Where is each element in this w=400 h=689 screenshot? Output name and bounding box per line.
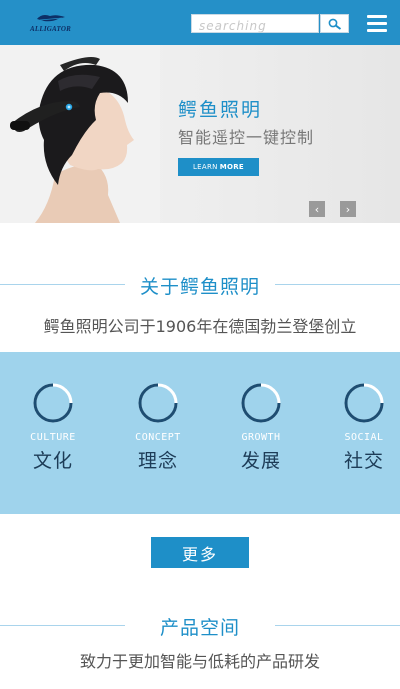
feature-growth[interactable]: GROWTH 发展 [211,382,311,473]
about-description: 鳄鱼照明公司于1906年在德国勃兰登堡创立 [43,317,357,336]
feature-culture[interactable]: CULTURE 文化 [3,382,103,473]
banner-model-image [0,45,160,223]
chevron-right-icon: › [345,202,351,216]
feature-en-label: CONCEPT [135,432,181,443]
search-input[interactable] [192,17,318,35]
alligator-logo-icon [37,15,65,22]
progress-ring-icon [241,383,281,423]
search-icon [328,18,341,30]
products-heading: 产品空间 [0,611,400,641]
hamburger-icon-bar [367,22,387,25]
search-field[interactable] [191,14,319,35]
logo-text: ALLIGATOR [30,25,71,33]
carousel-prev-button[interactable]: ‹ [309,201,325,217]
top-header: ALLIGATOR [0,0,400,45]
features-band: CULTURE 文化 CONCEPT 理念 GROWTH 发展 SOCIAL 社… [0,352,400,514]
feature-cn-label: 社交 [343,450,384,472]
hero-banner: 鳄鱼照明 智能遥控一键控制 LEARN MORE ‹ › [0,45,400,223]
learn-more-prefix: LEARN [192,163,218,171]
chevron-left-icon: ‹ [314,202,320,216]
feature-cn-label: 理念 [137,450,178,472]
feature-concept[interactable]: CONCEPT 理念 [108,382,208,473]
learn-more-button[interactable]: LEARN MORE [178,158,259,176]
feature-cn-label: 发展 [240,450,281,472]
about-heading: 关于鳄鱼照明 [0,270,400,300]
feature-social[interactable]: SOCIAL 社交 [314,382,400,473]
banner-title: 鳄鱼照明 [178,99,263,121]
feature-en-label: GROWTH [241,432,281,443]
progress-ring-icon [344,383,384,423]
learn-more-bold: MORE [219,163,244,171]
logo[interactable]: ALLIGATOR [30,10,71,36]
hamburger-menu-button[interactable] [367,15,387,33]
search-button[interactable] [320,14,349,33]
carousel-next-button[interactable]: › [340,201,356,217]
products-title: 产品空间 [159,617,240,639]
more-button[interactable]: 更多 [151,537,249,568]
progress-ring-icon [33,383,73,423]
feature-cn-label: 文化 [32,450,73,472]
feature-en-label: SOCIAL [344,432,384,443]
about-title: 关于鳄鱼照明 [139,276,260,298]
banner-subtitle: 智能遥控一键控制 [178,128,315,147]
progress-ring-icon [138,383,178,423]
hamburger-icon-bar [367,15,387,18]
hamburger-icon-bar [367,29,387,32]
feature-en-label: CULTURE [30,432,76,443]
products-description: 致力于更加智能与低耗的产品研发 [79,652,320,671]
